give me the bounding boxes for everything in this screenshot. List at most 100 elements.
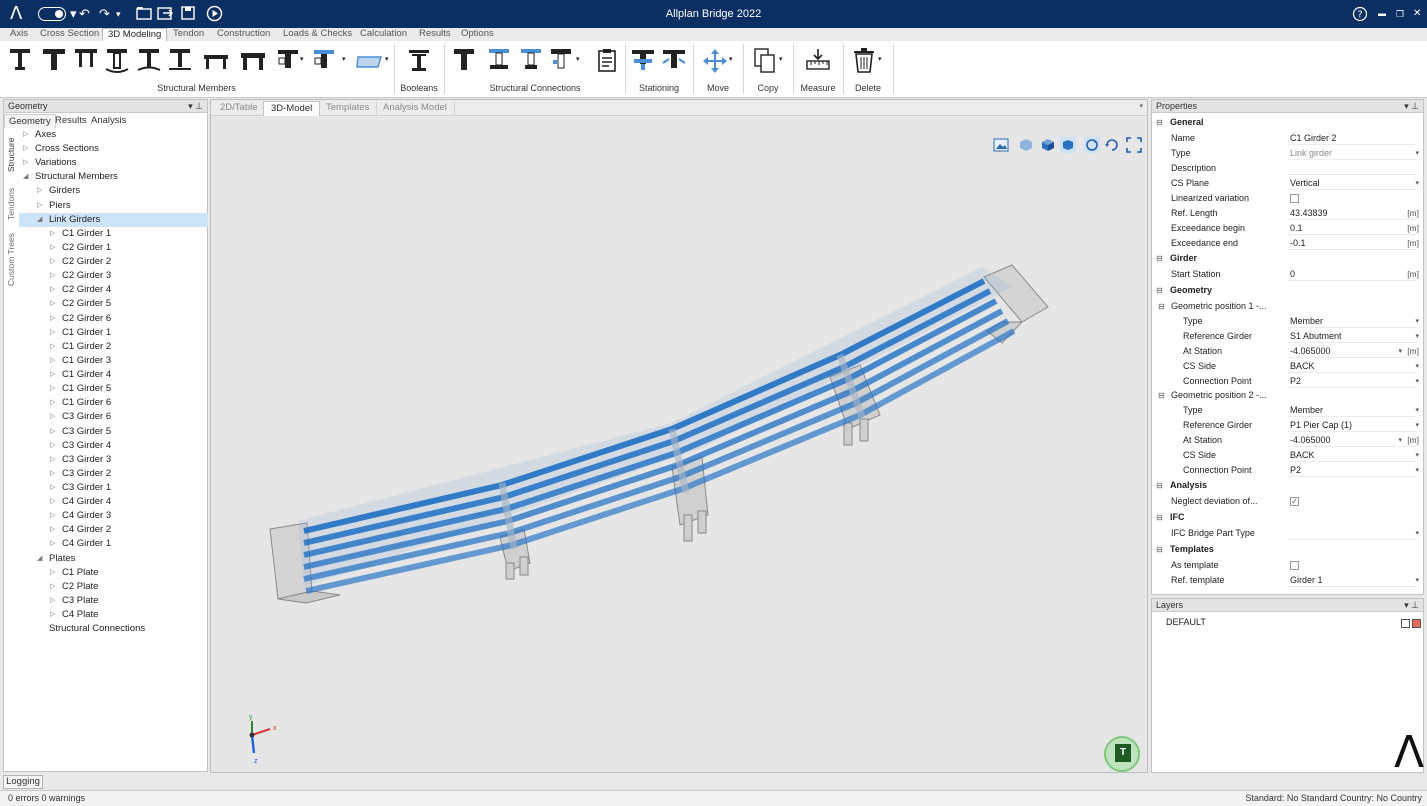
property-field[interactable]: [1288, 222, 1416, 235]
property-value[interactable]: 0.1: [1290, 221, 1303, 236]
dropdown-arrow-icon[interactable]: ▾: [1415, 359, 1419, 374]
property-value[interactable]: 43.43839: [1290, 206, 1328, 221]
connection-bearing-icon[interactable]: [486, 47, 512, 75]
expand-arrow-icon[interactable]: ▷: [50, 283, 58, 297]
bridge-model[interactable]: [212, 117, 1146, 772]
collapse-icon[interactable]: ⊟: [1156, 478, 1163, 493]
tree-item[interactable]: ▷ C1 Girder 4: [19, 368, 208, 382]
tree-item[interactable]: ▷ C3 Girder 3: [19, 453, 208, 467]
tree-item[interactable]: ▷ C3 Girder 2: [19, 467, 208, 481]
tab-3d-model[interactable]: 3D-Model: [263, 101, 321, 116]
subtab-results[interactable]: Results: [51, 114, 91, 128]
expand-arrow-icon[interactable]: ▷: [50, 382, 58, 396]
expand-arrow-icon[interactable]: ▷: [50, 566, 58, 580]
copy-icon[interactable]: [752, 47, 778, 75]
dropdown-arrow-icon[interactable]: ▾: [1415, 463, 1419, 478]
measure-icon[interactable]: [805, 47, 831, 75]
connection-spring-icon[interactable]: [518, 47, 544, 75]
expand-arrow-icon[interactable]: ▷: [50, 297, 58, 311]
property-value[interactable]: BACK: [1290, 448, 1315, 463]
bearing-icon[interactable]: [136, 47, 162, 75]
property-category[interactable]: ⊟ General: [1152, 115, 1423, 130]
section-blue-icon[interactable]: [312, 47, 338, 75]
tree-item[interactable]: ▷ C2 Girder 2: [19, 255, 208, 269]
tab-construction[interactable]: Construction: [212, 28, 275, 41]
tree-item[interactable]: ▷ C4 Girder 4: [19, 495, 208, 509]
vtab-tendons[interactable]: Tendons: [5, 186, 18, 222]
panel-options-icon[interactable]: ▾ ⊥: [188, 100, 203, 112]
expand-arrow-icon[interactable]: ▷: [50, 340, 58, 354]
subtab-analysis[interactable]: Analysis: [87, 114, 130, 128]
property-category[interactable]: ⊟ Templates: [1152, 542, 1423, 557]
stationing-icon[interactable]: [630, 47, 656, 75]
tree-item[interactable]: ▷ C1 Girder 1: [19, 326, 208, 340]
tab-analysis-model[interactable]: Analysis Model: [376, 101, 455, 116]
tree-item[interactable]: ▷ Piers: [19, 199, 208, 213]
tab-cross-section[interactable]: Cross Section: [35, 28, 104, 41]
dropdown-arrow-icon[interactable]: ▾: [1415, 448, 1419, 463]
expand-arrow-icon[interactable]: ▷: [50, 241, 58, 255]
delete-icon[interactable]: [851, 47, 877, 75]
link-girder-icon[interactable]: [167, 47, 193, 75]
tree-item[interactable]: ▷ C1 Girder 1: [19, 227, 208, 241]
expand-arrow-icon[interactable]: ▷: [50, 368, 58, 382]
tree-item[interactable]: ▷ Axes: [19, 128, 208, 142]
property-value[interactable]: Link girder: [1290, 146, 1332, 161]
expand-arrow-icon[interactable]: ▷: [50, 608, 58, 622]
layer-color-swatch[interactable]: [1412, 619, 1421, 628]
nav-cube-face[interactable]: T: [1115, 744, 1131, 762]
panel-options-icon[interactable]: ▾ ⊥: [1404, 100, 1419, 112]
tab-templates[interactable]: Templates: [319, 101, 378, 116]
collapse-icon[interactable]: ⊟: [1158, 299, 1165, 314]
section-edit-dropdown-icon[interactable]: ▾: [300, 55, 304, 63]
tab-2d-table[interactable]: 2D/Table: [213, 101, 266, 116]
expand-arrow-icon[interactable]: ▷: [50, 495, 58, 509]
viewport-tabs-dropdown-icon[interactable]: ▾: [1139, 102, 1143, 110]
tree-item[interactable]: ▷ C2 Girder 6: [19, 312, 208, 326]
expand-arrow-icon[interactable]: ▷: [50, 439, 58, 453]
property-field[interactable]: [1288, 375, 1416, 388]
dropdown-arrow-icon[interactable]: ▾: [1415, 418, 1419, 433]
property-field[interactable]: [1288, 527, 1416, 540]
collapse-icon[interactable]: ⊟: [1156, 251, 1163, 266]
expand-arrow-icon[interactable]: ▷: [37, 184, 45, 198]
property-field[interactable]: [1288, 268, 1416, 281]
clipboard-icon[interactable]: [594, 47, 620, 75]
tree-item[interactable]: ▷ C3 Girder 6: [19, 410, 208, 424]
expand-arrow-icon[interactable]: ▷: [50, 580, 58, 594]
expand-arrow-icon[interactable]: ▷: [50, 354, 58, 368]
expand-arrow-icon[interactable]: ▷: [50, 509, 58, 523]
tree-item[interactable]: ▷ Girders: [19, 184, 208, 198]
expand-arrow-icon[interactable]: ▷: [50, 255, 58, 269]
deck-icon[interactable]: [203, 47, 229, 75]
tab-options[interactable]: Options: [456, 28, 499, 41]
vtab-structure[interactable]: Structure: [5, 134, 18, 176]
dropdown-arrow-icon[interactable]: ▾: [1415, 176, 1419, 191]
property-value[interactable]: S1 Abutment: [1290, 329, 1342, 344]
tree-item[interactable]: ◢ Structural Members: [19, 170, 208, 184]
tree-item[interactable]: ▷ C1 Girder 5: [19, 382, 208, 396]
collapse-arrow-icon[interactable]: ◢: [37, 552, 45, 566]
expand-arrow-icon[interactable]: ▷: [50, 537, 58, 551]
expand-arrow-icon[interactable]: ▷: [50, 425, 58, 439]
expand-arrow-icon[interactable]: ▷: [23, 156, 31, 170]
collapse-arrow-icon[interactable]: ◢: [23, 170, 31, 184]
expand-arrow-icon[interactable]: ▷: [50, 326, 58, 340]
subtab-geometry[interactable]: Geometry: [4, 114, 56, 128]
tree-item[interactable]: ▷ C3 Plate: [19, 594, 208, 608]
property-value[interactable]: -0.1: [1290, 236, 1306, 251]
tree-item[interactable]: ▷ C4 Plate: [19, 608, 208, 622]
tree-item[interactable]: ◢ Plates: [19, 552, 208, 566]
tree-item[interactable]: ▷ C2 Girder 4: [19, 283, 208, 297]
property-field[interactable]: [1288, 162, 1416, 175]
tree-item[interactable]: ▷ Variations: [19, 156, 208, 170]
tree-item[interactable]: ◢ Link Girders: [19, 212, 208, 227]
tab-tendon[interactable]: Tendon: [168, 28, 209, 41]
dropdown-arrow-icon[interactable]: ▾: [1398, 344, 1402, 359]
help-icon[interactable]: ?: [1352, 6, 1368, 25]
girder-t-icon[interactable]: [41, 47, 67, 75]
property-field[interactable]: [1288, 464, 1416, 477]
property-value[interactable]: C1 Girder 2: [1290, 131, 1337, 146]
section-edit-icon[interactable]: [276, 47, 302, 75]
expand-arrow-icon[interactable]: ▷: [50, 410, 58, 424]
